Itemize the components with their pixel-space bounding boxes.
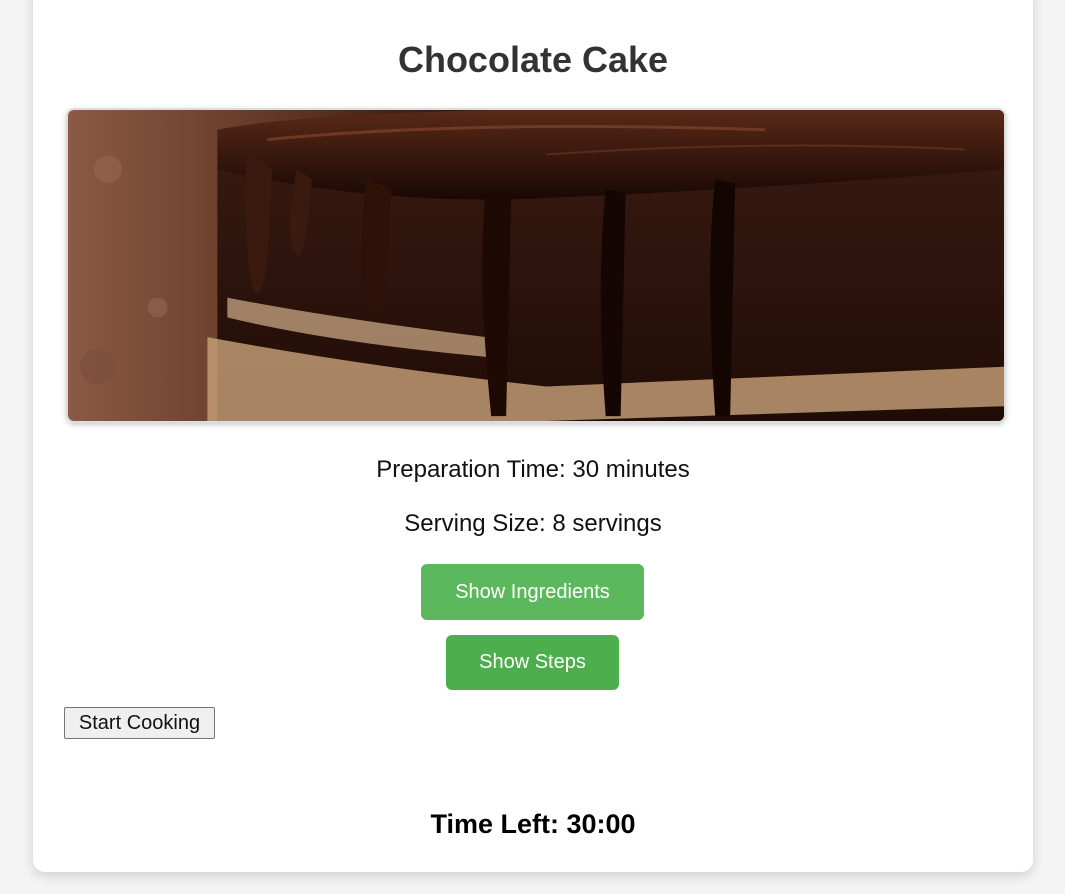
show-ingredients-button[interactable]: Show Ingredients xyxy=(421,564,644,620)
serving-size: Serving Size: 8 servings xyxy=(404,510,662,537)
show-steps-button[interactable]: Show Steps xyxy=(446,635,619,690)
start-cooking-button[interactable]: Start Cooking xyxy=(64,707,215,739)
recipe-title: Chocolate Cake xyxy=(397,39,669,80)
time-left-display: Time Left: 30:00 xyxy=(430,809,636,839)
preparation-time: Preparation Time: 30 minutes xyxy=(376,456,690,483)
recipe-image xyxy=(66,108,1006,423)
chocolate-cake-image xyxy=(68,110,1004,421)
recipe-card: Chocolate Cake Preparation Time: 30 minu… xyxy=(33,0,1033,872)
